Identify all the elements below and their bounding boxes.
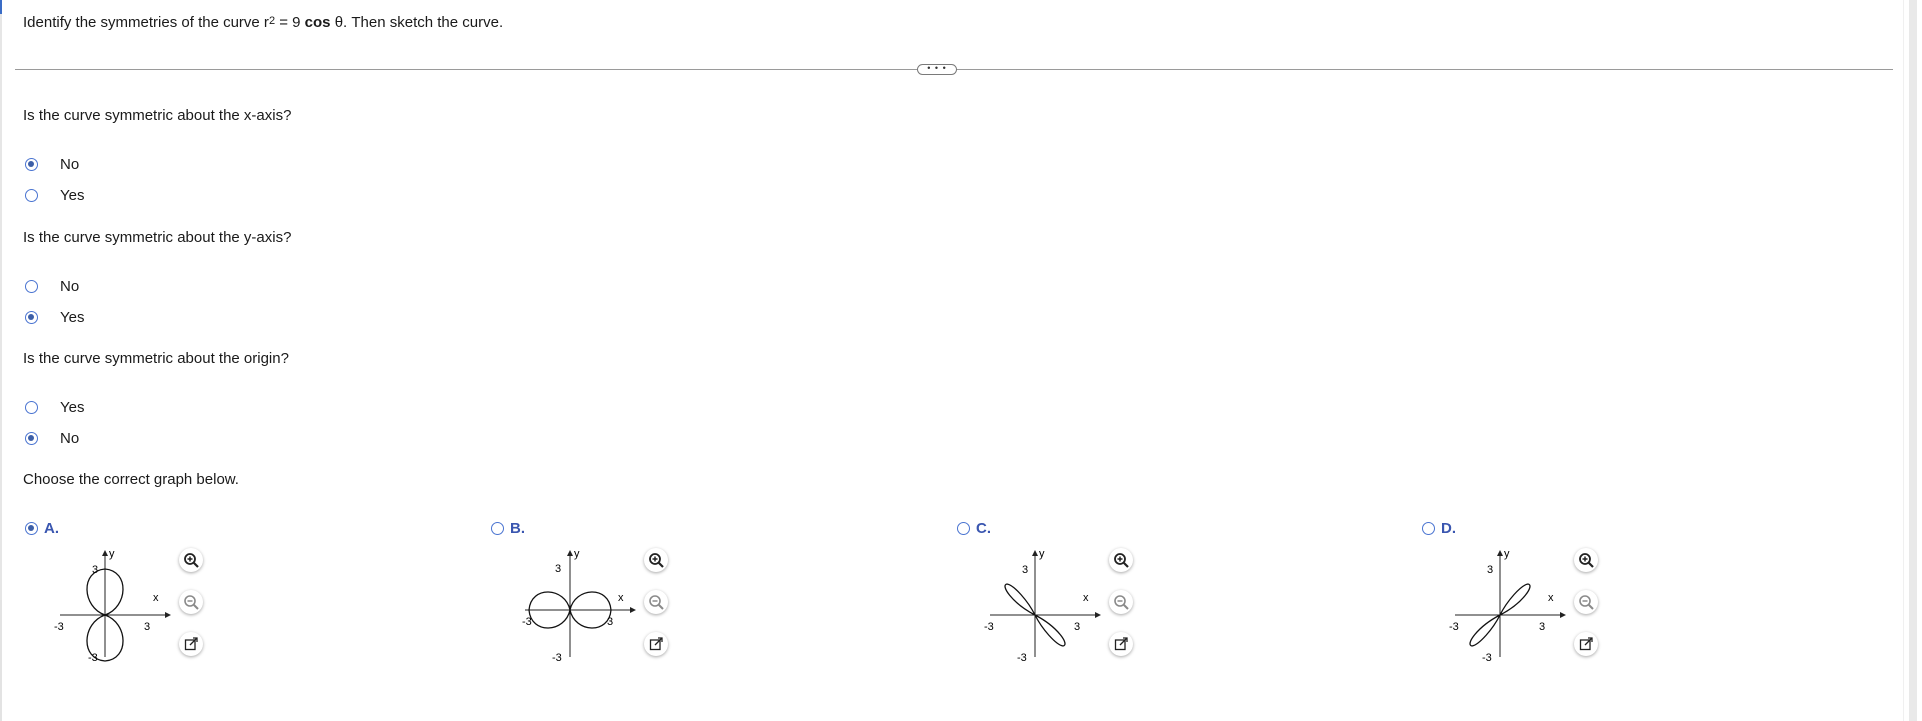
y-axis-option-yes[interactable]: Yes xyxy=(25,307,84,327)
y-label: y xyxy=(574,548,580,560)
tick-pos-x: 3 xyxy=(1539,621,1545,633)
left-marker xyxy=(0,0,2,14)
curve-lower-right-lobe xyxy=(1033,613,1066,647)
question-exponent: 2 xyxy=(268,15,276,27)
choice-label: A. xyxy=(44,520,59,537)
x-axis-option-yes[interactable]: Yes xyxy=(25,185,84,205)
graph-c-tools xyxy=(1109,548,1135,674)
graph-c: y x 3 3 -3 -3 xyxy=(984,548,1101,664)
choice-d[interactable]: D. xyxy=(1422,520,1456,537)
tick-pos-x: 3 xyxy=(1074,621,1080,633)
option-label: Yes xyxy=(60,308,85,326)
zoom-out-icon[interactable] xyxy=(1574,590,1598,614)
option-label: Yes xyxy=(60,186,85,204)
origin-option-yes[interactable]: Yes xyxy=(25,397,84,417)
y-label: y xyxy=(109,548,115,560)
zoom-in-icon[interactable] xyxy=(1109,548,1133,572)
question-suffix: θ. Then sketch the curve. xyxy=(330,14,504,31)
expand-button[interactable]: • • • xyxy=(917,64,957,75)
origin-question: Is the curve symmetric about the origin? xyxy=(23,350,289,367)
question-cos: cos xyxy=(304,14,331,31)
radio-button[interactable] xyxy=(1422,522,1435,535)
radio-button[interactable] xyxy=(25,188,38,202)
zoom-out-icon[interactable] xyxy=(1109,590,1133,614)
open-in-new-window-icon[interactable] xyxy=(179,632,203,656)
tick-neg-x: -3 xyxy=(1449,621,1459,633)
option-label: Yes xyxy=(60,398,85,416)
zoom-out-icon[interactable] xyxy=(179,590,203,614)
option-label: No xyxy=(60,429,80,447)
x-axis-option-no[interactable]: No xyxy=(25,154,79,174)
tick-pos-y: 3 xyxy=(555,563,561,575)
question-middle: = 9 xyxy=(275,14,305,31)
open-in-new-window-icon[interactable] xyxy=(1574,632,1598,656)
y-label: y xyxy=(1504,548,1510,560)
radio-button[interactable] xyxy=(491,522,504,535)
question-text: Identify the symmetries of the curve r2 … xyxy=(23,14,503,31)
choice-label: B. xyxy=(510,520,525,537)
choice-label: C. xyxy=(976,520,991,537)
x-label: x xyxy=(153,592,159,604)
scrollbar[interactable] xyxy=(1903,0,1922,721)
radio-button[interactable] xyxy=(25,310,38,324)
graph-b-tools xyxy=(644,548,670,674)
y-label: y xyxy=(1039,548,1045,560)
zoom-in-icon[interactable] xyxy=(179,548,203,572)
radio-button[interactable] xyxy=(25,522,38,535)
tick-pos-y: 3 xyxy=(1022,564,1028,576)
open-in-new-window-icon[interactable] xyxy=(1109,632,1133,656)
curve-upper-right-lobe xyxy=(1498,583,1531,617)
graph-b: y x 3 3 -3 -3 xyxy=(522,548,636,664)
y-axis-question: Is the curve symmetric about the y-axis? xyxy=(23,229,292,246)
tick-pos-y: 3 xyxy=(92,564,98,576)
tick-neg-y: -3 xyxy=(552,652,562,664)
x-axis-question: Is the curve symmetric about the x-axis? xyxy=(23,107,292,124)
left-strip xyxy=(0,600,2,721)
tick-neg-x: -3 xyxy=(522,616,532,628)
tick-neg-x: -3 xyxy=(54,621,64,633)
choice-label: D. xyxy=(1441,520,1456,537)
tick-pos-x: 3 xyxy=(607,616,613,628)
graph-d-tools xyxy=(1574,548,1600,674)
graph-a-tools xyxy=(179,548,205,674)
graph-a: y x 3 3 -3 -3 xyxy=(54,548,171,664)
zoom-out-icon[interactable] xyxy=(644,590,668,614)
x-label: x xyxy=(618,592,624,604)
x-label: x xyxy=(1083,592,1089,604)
radio-button[interactable] xyxy=(957,522,970,535)
option-label: No xyxy=(60,277,80,295)
tick-neg-x: -3 xyxy=(984,621,994,633)
zoom-in-icon[interactable] xyxy=(644,548,668,572)
x-label: x xyxy=(1548,592,1554,604)
radio-button[interactable] xyxy=(25,400,38,414)
tick-neg-y: -3 xyxy=(1482,652,1492,664)
option-label: No xyxy=(60,155,80,173)
radio-button[interactable] xyxy=(25,279,38,293)
radio-button[interactable] xyxy=(25,157,38,171)
tick-neg-y: -3 xyxy=(1017,652,1027,664)
tick-pos-x: 3 xyxy=(144,621,150,633)
radio-button[interactable] xyxy=(25,431,38,445)
graph-d: y x 3 3 -3 -3 xyxy=(1449,548,1566,664)
graph-prompt: Choose the correct graph below. xyxy=(23,471,239,488)
curve-lower-left-lobe xyxy=(1469,613,1502,647)
y-axis-option-no[interactable]: No xyxy=(25,276,79,296)
scrollbar-track[interactable] xyxy=(1909,0,1917,721)
zoom-in-icon[interactable] xyxy=(1574,548,1598,572)
tick-pos-y: 3 xyxy=(1487,564,1493,576)
open-in-new-window-icon[interactable] xyxy=(644,632,668,656)
curve-upper-left-lobe xyxy=(1004,583,1037,617)
choice-b[interactable]: B. xyxy=(491,520,525,537)
choice-a[interactable]: A. xyxy=(25,520,59,537)
choice-c[interactable]: C. xyxy=(957,520,991,537)
origin-option-no[interactable]: No xyxy=(25,428,79,448)
question-prefix: Identify the symmetries of the curve r xyxy=(23,14,269,31)
tick-neg-y: -3 xyxy=(88,652,98,664)
